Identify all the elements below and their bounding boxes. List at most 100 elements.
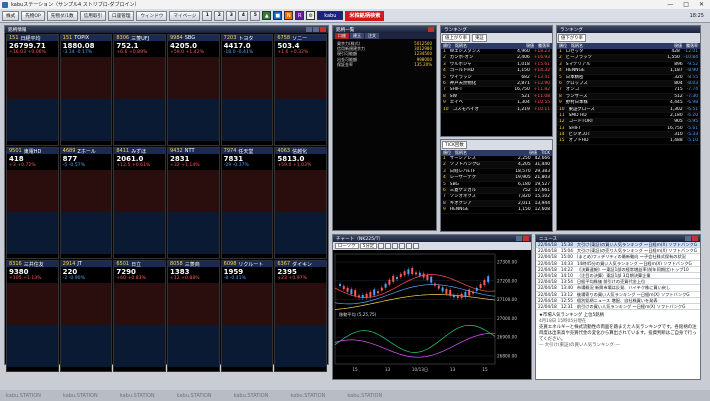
- settings-icon[interactable]: ⚙: [306, 11, 316, 20]
- toolbar-item-margin[interactable]: 信用取引: [79, 10, 107, 21]
- ranking-rank: 3: [443, 168, 446, 174]
- close-icon[interactable]: [523, 236, 529, 241]
- board-tile[interactable]: 8058 三菱商 1383 +12 +0.88%: [167, 260, 220, 372]
- order-book-cell: [168, 363, 185, 367]
- toolbar-item-futures[interactable]: 先物OP: [21, 10, 45, 21]
- news-headline: 日経平均株価 前引けの売買代金上位: [576, 279, 646, 285]
- toolbar-label: ウィンドウ: [140, 13, 164, 19]
- board-tile[interactable]: 4063 信越化 5813.0 +59.0 +1.03%: [274, 147, 327, 259]
- taskbar-item[interactable]: kabu.STATION: [120, 393, 155, 399]
- order-book-cell: [114, 363, 131, 367]
- page-button-3[interactable]: 3: [226, 10, 237, 21]
- board-tile[interactable]: 4689 Zホール 877 -5 -0.57%: [59, 147, 113, 259]
- search-button-label: 米株銘柄検索: [349, 13, 381, 19]
- board-tile[interactable]: 2914 JT 220 -2 -0.90%: [59, 260, 113, 372]
- close-icon[interactable]: [320, 27, 326, 32]
- page-button-4[interactable]: 4: [238, 10, 249, 21]
- kabu-logo-icon[interactable]: kabu: [317, 11, 344, 20]
- chart-plot-area: [334, 253, 496, 365]
- zoom-in-icon[interactable]: [378, 243, 385, 249]
- maximize-icon[interactable]: □: [683, 1, 689, 8]
- tile-change-value: +60: [116, 276, 127, 281]
- toolbar-item-mypage[interactable]: マイページ: [169, 10, 201, 21]
- board-tile[interactable]: 6098 リクルート 1959 -8 -0.41%: [220, 260, 274, 372]
- crosshair-icon[interactable]: [392, 243, 399, 249]
- toolbar-item-stock[interactable]: 株式: [2, 10, 20, 21]
- chart-icon[interactable]: ▲: [262, 11, 272, 20]
- board-tile[interactable]: 8306 三菱UFJ 752.1 +6.6 +0.89%: [113, 34, 166, 146]
- chart-type-select[interactable]: ローソク: [335, 243, 359, 249]
- board-tile[interactable]: 8411 みずほ 2061.0 +12.5 +0.61%: [113, 147, 166, 259]
- tab-order[interactable]: 注文: [365, 33, 379, 39]
- candle-body: [377, 291, 379, 294]
- toolbar-item-window[interactable]: ウィンドウ: [136, 10, 168, 21]
- ranking-row[interactable]: 9 HENNGE 1,150 12,608: [441, 207, 552, 214]
- maximize-icon[interactable]: [313, 27, 319, 32]
- clock: 18:25: [689, 12, 704, 19]
- taskbar-item[interactable]: kabu.STATION: [6, 393, 41, 399]
- order-book: [60, 283, 112, 367]
- taskbar-item[interactable]: kabu.STATION: [290, 393, 325, 399]
- chart-period-select[interactable]: 5分足: [359, 243, 378, 249]
- minimize-icon[interactable]: [306, 27, 312, 32]
- board-tile[interactable]: 7974 任天堂 7831 -29 -0.37%: [220, 147, 274, 259]
- board-tile[interactable]: 6501 日立 7290 +60 +0.83%: [113, 260, 166, 372]
- board-title: 銘柄情報: [8, 27, 27, 33]
- x-tick-label: 10/13日: [412, 367, 428, 373]
- board-tile[interactable]: 9501 東電HD 418 +3 +0.72%: [6, 147, 59, 259]
- page-button-2[interactable]: 2: [214, 10, 225, 21]
- tile-name: 信越化: [292, 148, 308, 155]
- news-icon[interactable]: N: [284, 11, 294, 20]
- order-book-cell: [275, 363, 292, 367]
- ranking-price: 896: [674, 61, 683, 67]
- ranking-type-select[interactable]: 値上がり率: [442, 34, 470, 42]
- ranking-row[interactable]: 15 オプトHD 1,488 -5.10: [557, 138, 700, 145]
- board-tile[interactable]: 6367 ダイキン 2395 +23 +0.97%: [274, 260, 327, 372]
- order-book-cell: [78, 363, 95, 367]
- price-chart[interactable]: 27300.00 27200.00 27100.00 27000.00 26900.00…: [333, 250, 531, 378]
- us-stock-search-button[interactable]: 米株銘柄検索: [345, 10, 385, 21]
- print-icon[interactable]: [413, 243, 420, 249]
- candle-body: [399, 273, 402, 277]
- ranking-value: -8.03: [686, 80, 698, 86]
- ranking-type-select[interactable]: 値下がり率: [558, 34, 586, 42]
- board-tile[interactable]: 151 日経平均 26799.71 +16.03 +0.06%: [6, 34, 59, 146]
- board-tile[interactable]: 8316 三井住友 9380 +105 +1.13%: [6, 260, 59, 372]
- tab-account[interactable]: 口座: [335, 33, 349, 39]
- minimize-icon[interactable]: [685, 236, 691, 241]
- board-tile[interactable]: 9984 SBG 4205.0 +59.0 +1.42%: [167, 34, 220, 146]
- board-tile[interactable]: 151 TOPIX 1880.08 -3.14 -0.17%: [59, 34, 113, 146]
- taskbar-item[interactable]: kabu.STATION: [234, 393, 269, 399]
- taskbar-item[interactable]: kabu.STATION: [347, 393, 382, 399]
- indicator-icon[interactable]: [406, 243, 413, 249]
- order-icon[interactable]: ■: [273, 11, 283, 20]
- close-icon[interactable]: [692, 236, 698, 241]
- ranking-value: +10.11: [533, 106, 550, 112]
- tab-position[interactable]: 建玉: [350, 33, 364, 39]
- candle-body: [418, 272, 421, 276]
- candle-body: [441, 287, 444, 292]
- window-controls: — □ ✕: [667, 1, 710, 8]
- ranking-name: Wエジスタンス: [449, 49, 481, 54]
- page-label: 2: [217, 13, 221, 18]
- toolbar-item-account[interactable]: 口座管理: [108, 10, 135, 21]
- close-icon[interactable]: [428, 27, 434, 32]
- board-tile[interactable]: 7203 トヨタ 4417.0 -18.0 -0.41%: [220, 34, 274, 146]
- ranking-row[interactable]: 10 コスモバイオ 1,219 +10.11: [441, 106, 552, 113]
- summary-window-title: 銘柄一覧: [333, 26, 436, 33]
- draw-line-icon[interactable]: [399, 243, 406, 249]
- minimize-icon[interactable]: —: [667, 1, 673, 8]
- zoom-out-icon[interactable]: [385, 243, 392, 249]
- board-tile[interactable]: 9432 NTT 2831 +32 +1.14%: [167, 147, 220, 259]
- toolbar-item-futures-spread[interactable]: 先物ダ/1数: [46, 10, 78, 21]
- taskbar-item[interactable]: kabu.STATION: [63, 393, 98, 399]
- page-button-1[interactable]: 1: [202, 10, 213, 21]
- minimize-icon[interactable]: [516, 236, 522, 241]
- page-button-5[interactable]: 5: [250, 10, 261, 21]
- market-select[interactable]: 東証: [471, 34, 487, 42]
- taskbar-item[interactable]: kabu.STATION: [177, 393, 212, 399]
- ranking-type-select[interactable]: TICK回数: [442, 141, 467, 149]
- close-icon[interactable]: ✕: [699, 1, 704, 8]
- ranking-icon[interactable]: R: [295, 11, 305, 20]
- board-tile[interactable]: 6758 ソニー 503.4 +1.6 +0.32%: [274, 34, 327, 146]
